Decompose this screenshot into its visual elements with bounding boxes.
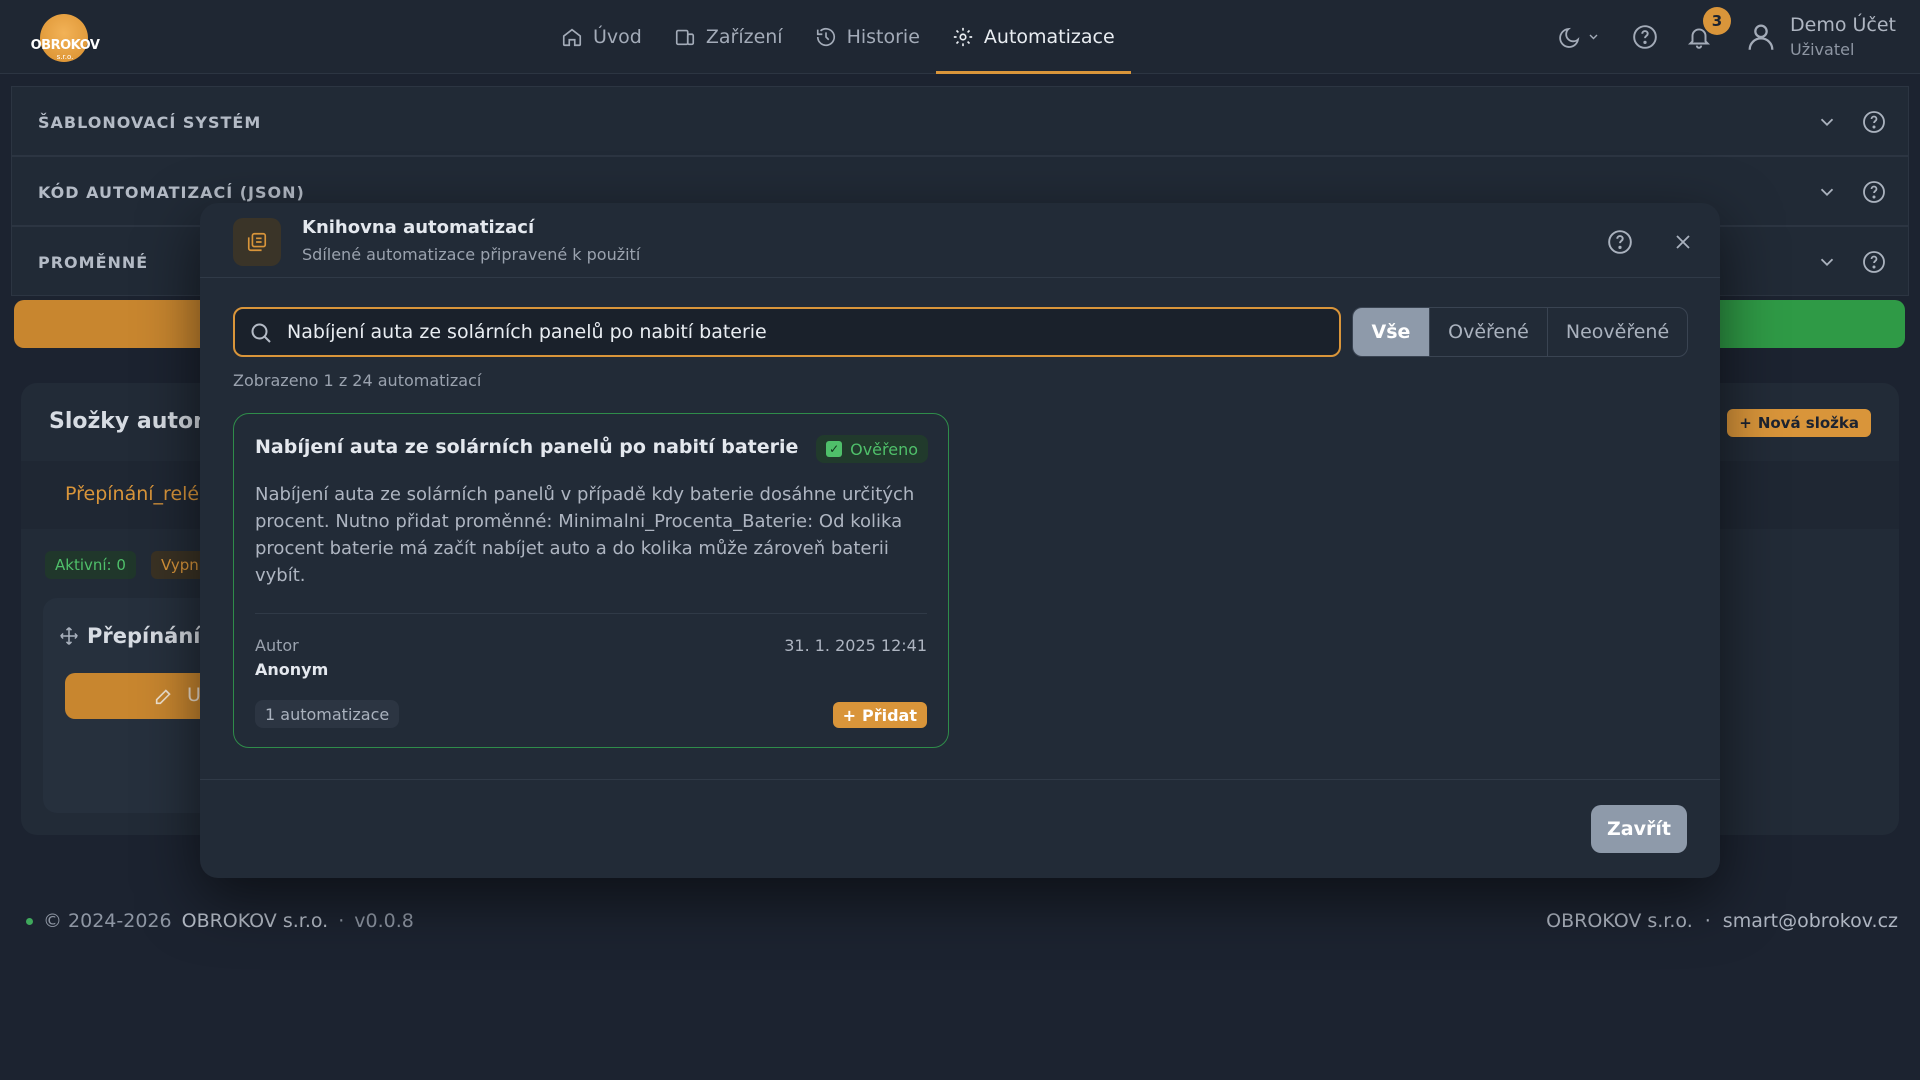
nav-label: Automatizace xyxy=(983,26,1115,48)
accordion-template-system[interactable]: ŠABLONOVACÍ SYSTÉM xyxy=(11,86,1909,156)
footer-separator: · xyxy=(338,910,345,932)
search-field[interactable] xyxy=(233,307,1341,357)
modal-title: Knihovna automatizací xyxy=(302,217,535,238)
new-folder-button[interactable]: + Nová složka xyxy=(1727,409,1871,437)
automation-card-title: Přepínání r xyxy=(87,624,219,648)
filter-unverified[interactable]: Neověřené xyxy=(1547,308,1687,356)
automation-count-chip: 1 automatizace xyxy=(255,700,400,728)
accordion-title: PROMĚNNÉ xyxy=(38,253,149,272)
plus-icon: + xyxy=(1739,414,1752,432)
edit-label: U xyxy=(187,684,201,706)
filter-group: Vše Ověřené Neověřené xyxy=(1352,307,1688,357)
help-icon[interactable] xyxy=(1607,229,1633,255)
action-button-orange[interactable] xyxy=(14,300,214,348)
result-count: Zobrazeno 1 z 24 automatizací xyxy=(233,371,482,390)
notification-badge: 3 xyxy=(1703,7,1731,35)
modal-subtitle: Sdílené automatizace připravené k použit… xyxy=(302,245,641,264)
add-label: Přidat xyxy=(862,705,917,725)
help-button[interactable] xyxy=(1632,24,1658,50)
modal-footer-divider xyxy=(200,779,1720,780)
user-icon xyxy=(1748,24,1774,50)
status-dot xyxy=(26,917,33,925)
help-icon[interactable] xyxy=(1862,180,1886,204)
action-button-green[interactable] xyxy=(1690,300,1905,348)
nav-item-home[interactable]: Úvod xyxy=(545,0,658,74)
add-button[interactable]: + Přidat xyxy=(832,702,927,728)
card-date: 31. 1. 2025 12:41 xyxy=(784,636,927,655)
card-divider xyxy=(255,613,927,614)
version: v0.0.8 xyxy=(354,910,414,932)
help-icon xyxy=(1633,25,1657,49)
search-icon xyxy=(251,323,271,343)
verified-badge: ✓ Ověřeno xyxy=(816,435,928,463)
nav-label: Zařízení xyxy=(705,26,783,48)
top-navbar: OBROKOV s.r.o. Úvod Zařízení Historie Au… xyxy=(0,0,1920,74)
main-nav: Úvod Zařízení Historie Automatizace xyxy=(545,0,1131,74)
nav-item-automation[interactable]: Automatizace xyxy=(935,0,1131,74)
nav-item-history[interactable]: Historie xyxy=(799,0,936,74)
automation-library-modal: Knihovna automatizací Sdílené automatiza… xyxy=(200,203,1720,878)
logo-text: OBROKOV xyxy=(30,38,100,53)
filter-verified[interactable]: Ověřené xyxy=(1429,308,1547,356)
footer-brand-right[interactable]: OBROKOV s.r.o. xyxy=(1546,910,1693,932)
copyright: © 2024-2026 xyxy=(43,910,172,932)
card-title: Nabíjení auta ze solárních panelů po nab… xyxy=(255,436,799,458)
devices-icon xyxy=(675,29,694,46)
filter-all[interactable]: Vše xyxy=(1353,308,1429,356)
card-description: Nabíjení auta ze solárních panelů v příp… xyxy=(255,484,915,586)
footer-left: © 2024-2026 OBROKOV s.r.o. · v0.0.8 xyxy=(26,910,414,932)
author-label: Autor xyxy=(255,636,299,655)
user-name[interactable]: Demo Účet xyxy=(1790,14,1896,36)
move-icon[interactable] xyxy=(59,626,79,646)
history-icon xyxy=(816,28,835,47)
footer-brand: OBROKOV s.r.o. xyxy=(181,910,329,932)
footer-email[interactable]: smart@obrokov.cz xyxy=(1723,910,1898,932)
active-count-chip: Aktivní: 0 xyxy=(45,551,136,579)
close-icon[interactable] xyxy=(1671,230,1695,254)
gear-icon xyxy=(953,27,973,47)
help-icon[interactable] xyxy=(1862,110,1886,134)
company-logo[interactable]: OBROKOV s.r.o. xyxy=(26,12,102,62)
logo-subtext: s.r.o. xyxy=(56,53,74,61)
accordion-title: ŠABLONOVACÍ SYSTÉM xyxy=(38,113,262,132)
verified-label: Ověřeno xyxy=(850,439,918,459)
nav-item-devices[interactable]: Zařízení xyxy=(658,0,799,74)
close-button[interactable]: Zavřít xyxy=(1591,805,1687,853)
theme-toggle[interactable] xyxy=(1558,24,1602,50)
library-automation-card[interactable]: Nabíjení auta ze solárních panelů po nab… xyxy=(233,413,949,748)
help-icon[interactable] xyxy=(1862,250,1886,274)
library-icon-box xyxy=(233,218,281,266)
plus-icon: + xyxy=(842,705,856,725)
search-input[interactable] xyxy=(287,309,1327,355)
chevron-down-icon[interactable] xyxy=(1816,251,1838,273)
footer-separator: · xyxy=(1704,910,1711,932)
nav-label: Úvod xyxy=(593,26,642,48)
chevron-down-icon[interactable] xyxy=(1816,111,1838,133)
accordion-title: KÓD AUTOMATIZACÍ (JSON) xyxy=(38,183,305,202)
footer-right: OBROKOV s.r.o. · smart@obrokov.cz xyxy=(1546,910,1898,932)
home-icon xyxy=(562,28,582,47)
author-name: Anonym xyxy=(255,660,329,679)
modal-header: Knihovna automatizací Sdílené automatiza… xyxy=(200,203,1720,278)
folder-tab-relay[interactable]: Přepínání_relé xyxy=(65,483,199,505)
nav-label: Historie xyxy=(846,26,920,48)
check-icon: ✓ xyxy=(826,441,843,457)
chevron-down-icon[interactable] xyxy=(1816,181,1838,203)
edit-icon xyxy=(155,689,171,705)
library-icon xyxy=(247,232,267,252)
moon-icon xyxy=(1559,27,1598,48)
user-avatar[interactable] xyxy=(1744,20,1778,54)
user-role: Uživatel xyxy=(1790,40,1855,59)
new-folder-label: Nová složka xyxy=(1757,414,1859,432)
